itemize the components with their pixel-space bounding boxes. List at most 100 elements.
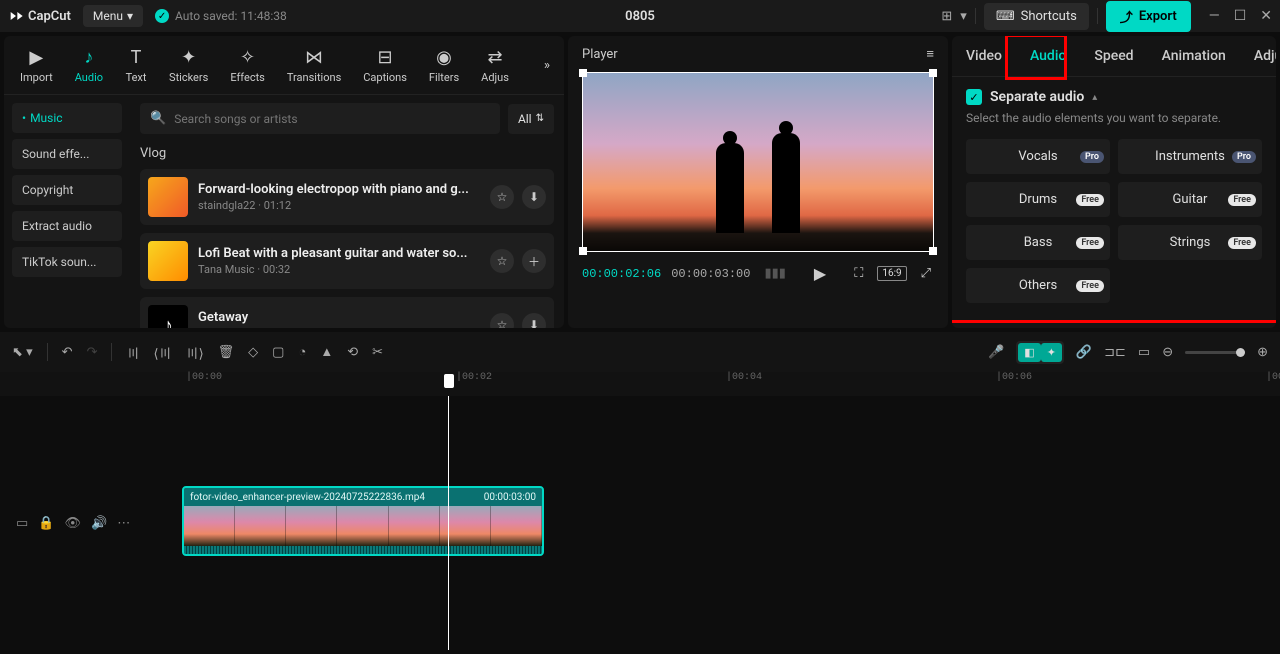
layout-chevron-icon[interactable]: ▾ (960, 9, 967, 24)
tl-eye-icon[interactable]: 👁 (64, 516, 81, 531)
toolbar-import[interactable]: ▶Import (10, 44, 63, 86)
compare-icon[interactable]: ▮▮▮ (760, 264, 789, 283)
redo-button[interactable]: ↷ (87, 345, 98, 360)
sidebar-item-music[interactable]: •Music (12, 103, 122, 133)
sidebar-item-tiktok-soun-[interactable]: TikTok soun... (12, 247, 122, 277)
tab-adjus[interactable]: Adjus (1240, 36, 1276, 76)
playhead-handle[interactable] (444, 374, 454, 388)
minimize-button[interactable]: — (1209, 8, 1220, 24)
separate-others[interactable]: OthersFree (966, 268, 1110, 303)
separate-bass[interactable]: BassFree (966, 225, 1110, 260)
export-button[interactable]: ⤴ Export (1106, 1, 1191, 32)
scale-icon[interactable]: ⛶ (850, 264, 867, 283)
magnet-on[interactable]: ◧ (1018, 343, 1040, 362)
tl-mute-icon[interactable]: 🔊 (91, 516, 107, 531)
toolbar-stickers[interactable]: ✦Stickers (159, 44, 218, 86)
search-input[interactable] (174, 112, 490, 126)
toolbar-effects[interactable]: ✧Effects (220, 44, 275, 86)
maximize-button[interactable]: ☐ (1234, 8, 1247, 24)
separate-guitar[interactable]: GuitarFree (1118, 182, 1262, 217)
check-icon: ✓ (155, 9, 169, 23)
zoom-out-icon[interactable]: ⊖ (1162, 345, 1173, 360)
tab-animation[interactable]: Animation (1148, 36, 1240, 76)
magnet-snap[interactable]: ✦ (1041, 343, 1062, 362)
track-item[interactable]: Lofi Beat with a pleasant guitar and wat… (140, 233, 554, 289)
close-button[interactable]: ✕ (1260, 8, 1272, 24)
tl-more-icon[interactable]: ⋯ (117, 516, 130, 531)
add-button[interactable]: ＋ (522, 249, 546, 273)
zoom-in-icon[interactable]: ⊕ (1257, 345, 1268, 360)
player-preview[interactable] (582, 72, 934, 252)
delete-tool[interactable]: 🗑 (218, 345, 235, 360)
pointer-tool[interactable]: ⬉ ▾ (12, 345, 33, 360)
playhead-line[interactable] (448, 396, 449, 650)
filter-all-button[interactable]: All ⇅ (508, 104, 554, 134)
favorite-button[interactable]: ☆ (490, 313, 514, 328)
download-button[interactable]: ⬇ (522, 313, 546, 328)
tab-video[interactable]: Video (952, 36, 1016, 76)
toolbar-filters[interactable]: ◉Filters (419, 44, 469, 86)
layout-icon[interactable]: ⊞ (941, 9, 952, 24)
separate-audio-checkbox[interactable]: ✓ (966, 89, 982, 105)
time-current: 00:00:02:06 (582, 267, 661, 281)
link-icon[interactable]: 🔗 (1076, 345, 1092, 360)
mirror-tool[interactable]: ▲ (320, 344, 333, 360)
separate-strings[interactable]: StringsFree (1118, 225, 1262, 260)
toolbar-more[interactable]: » (536, 54, 558, 77)
toolbar-transitions[interactable]: ⋈Transitions (277, 44, 351, 86)
shortcuts-button[interactable]: ⌨ Shortcuts (984, 3, 1089, 30)
timeline-clip[interactable]: ✎ Cover fotor-video_enhancer-preview-202… (182, 486, 544, 556)
separate-instruments[interactable]: InstrumentsPro (1118, 139, 1262, 174)
play-button[interactable]: ▶ (810, 262, 830, 285)
free-badge: Free (1228, 237, 1256, 249)
menu-button[interactable]: Menu ▾ (83, 5, 143, 27)
separate-drums[interactable]: DrumsFree (966, 182, 1110, 217)
free-badge: Free (1228, 194, 1256, 206)
zoom-slider[interactable] (1185, 351, 1245, 354)
ruler-mark: |00:08 (1266, 372, 1280, 383)
toolbar-audio[interactable]: ♪Audio (65, 44, 113, 86)
split-right-tool[interactable]: 〣⟩ (186, 343, 204, 362)
tab-speed[interactable]: Speed (1080, 36, 1147, 76)
free-badge: Free (1076, 237, 1104, 249)
track-meta: Official Sound Studio · 00:39 (198, 327, 480, 328)
ruler-mark: |00:06 (996, 372, 1032, 383)
download-button[interactable]: ⬇ (522, 185, 546, 209)
tab-audio[interactable]: Audio (1016, 36, 1080, 76)
audio-icon: ♪ (78, 46, 100, 68)
fullscreen-icon[interactable]: ⤢ (917, 264, 935, 283)
rotate-tool[interactable]: ⟲ (347, 345, 358, 360)
favorite-button[interactable]: ☆ (490, 249, 514, 273)
player-menu-icon[interactable]: ≡ (926, 46, 934, 62)
transitions-icon: ⋈ (303, 46, 325, 68)
split-tool[interactable]: 〣 (126, 343, 139, 362)
align-icon[interactable]: ⊐⊏ (1104, 345, 1126, 360)
track-item[interactable]: Forward-looking electropop with piano an… (140, 169, 554, 225)
sidebar-item-sound-effe-[interactable]: Sound effe... (12, 139, 122, 169)
toolbar-captions[interactable]: ⊟Captions (353, 44, 417, 86)
speed-tool[interactable]: ◔ (298, 344, 306, 360)
tl-lock-icon[interactable]: 🔒 (38, 516, 54, 531)
undo-button[interactable]: ↶ (62, 345, 73, 360)
track-thumb: ♪ (148, 305, 188, 328)
mic-icon[interactable]: 🎤 (988, 345, 1004, 360)
favorite-button[interactable]: ☆ (490, 185, 514, 209)
toolbar-adjus[interactable]: ⇄Adjus (471, 44, 519, 86)
sidebar-item-extract-audio[interactable]: Extract audio (12, 211, 122, 241)
split-left-tool[interactable]: ⟨〣 (153, 343, 171, 362)
pro-badge: Pro (1232, 151, 1256, 163)
search-input-wrap[interactable]: 🔍 (140, 103, 500, 134)
track-title: Lofi Beat with a pleasant guitar and wat… (198, 246, 480, 261)
tl-layers-icon[interactable]: ▭ (16, 516, 28, 531)
separate-vocals[interactable]: VocalsPro (966, 139, 1110, 174)
magnet-toggle[interactable]: ◧ ✦ (1016, 341, 1064, 364)
crop-tool[interactable]: ▢ (272, 345, 284, 360)
preview-icon[interactable]: ▭ (1138, 345, 1150, 360)
toolbar-text[interactable]: TText (115, 44, 157, 86)
marker-tool[interactable]: ◇ (248, 345, 258, 360)
track-item[interactable]: ♪GetawayOfficial Sound Studio · 00:39☆⬇ (140, 297, 554, 328)
crop2-tool[interactable]: ✂ (372, 345, 383, 360)
aspect-ratio[interactable]: 16:9 (877, 266, 906, 281)
sidebar-item-copyright[interactable]: Copyright (12, 175, 122, 205)
collapse-icon[interactable]: ▴ (1092, 92, 1097, 103)
